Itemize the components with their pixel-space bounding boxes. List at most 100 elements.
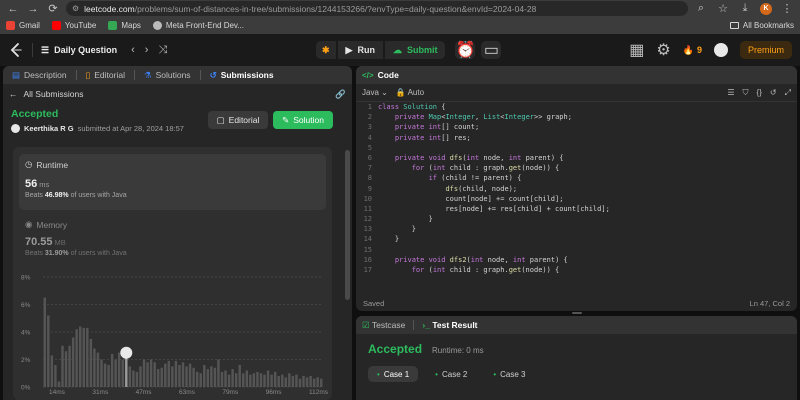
case-3-tab[interactable]: • Case 3 [484,366,534,382]
tab-test-result[interactable]: ›_ Test Result [422,320,477,330]
download-icon[interactable]: ⤓ [738,2,752,16]
case-1-tab[interactable]: • Case 1 [368,366,419,382]
histogram-bar[interactable] [291,376,295,387]
histogram-bar[interactable] [259,373,263,387]
histogram-bar[interactable] [234,373,238,387]
format-icon[interactable]: ☰ [727,88,734,98]
histogram-bar[interactable] [195,371,199,388]
histogram-bar[interactable] [149,359,153,388]
histogram-bar[interactable] [206,369,210,388]
memory-card[interactable]: ◉ Memory 70.55 MB Beats 31.90% of users wi… [25,219,127,257]
histogram-bar[interactable] [93,348,96,388]
tab-submissions[interactable]: ↺ Submissions [207,70,277,81]
forward-arrow-icon[interactable]: → [26,2,40,16]
bookmark-meta[interactable]: Meta Front-End Dev... [152,21,244,30]
histogram-bar[interactable] [263,374,266,388]
case-2-tab[interactable]: • Case 2 [426,366,476,382]
histogram-bar[interactable] [75,329,78,387]
histogram-bar[interactable] [146,362,149,387]
braces-icon[interactable]: {} [757,88,762,98]
debug-button[interactable]: ✱ [316,41,336,59]
submit-button[interactable]: ☁ Submit [384,41,446,59]
panel-resize-handle[interactable] [572,312,582,314]
histogram-bar[interactable] [78,326,82,388]
histogram-bar[interactable] [82,327,85,388]
profile-avatar[interactable]: K [760,2,772,15]
reset-icon[interactable]: ↺ [770,88,777,98]
histogram-bar[interactable] [238,365,241,387]
notes-button[interactable]: ▭ [481,41,502,59]
zoom-icon[interactable]: ⌕ [694,2,708,16]
runtime-card[interactable]: ◷ Runtime 56 ms Beats 46.98% of users with… [19,154,326,210]
user-avatar[interactable] [713,43,728,57]
histogram-bar[interactable] [256,371,259,388]
histogram-bar[interactable] [121,359,124,388]
histogram-bar[interactable] [100,359,103,388]
histogram-bar[interactable] [71,337,75,388]
code-editor[interactable]: 1 class Solution {2 private Map<Integer, … [356,102,797,287]
star-icon[interactable]: ☆ [716,2,730,16]
histogram-bar[interactable] [181,362,185,387]
histogram-bar[interactable] [96,352,100,388]
histogram-bar[interactable] [316,377,319,388]
histogram-bar[interactable] [199,373,202,387]
bookmark-gmail[interactable]: Gmail [6,21,40,30]
menu-icon[interactable]: ⋮ [780,2,794,16]
histogram-bar[interactable] [117,352,121,388]
histogram-bar[interactable] [249,374,252,388]
histogram-bar[interactable] [273,371,277,388]
submitter-name[interactable]: Keerthika R G [24,124,74,133]
histogram-bar[interactable] [68,345,71,387]
streak-counter[interactable]: 🔥 9 [683,45,702,56]
histogram-bar[interactable] [57,381,61,388]
histogram-bar[interactable] [153,362,156,387]
histogram-bar[interactable] [86,327,89,388]
histogram-bar[interactable] [245,370,249,388]
histogram-bar[interactable] [160,367,163,387]
histogram-bar[interactable] [125,356,128,387]
histogram-bar[interactable] [277,376,280,387]
histogram-bar[interactable] [281,374,284,388]
your-submission-marker[interactable] [120,346,133,359]
histogram-bar[interactable] [167,360,171,388]
tab-description[interactable]: ▤ Description [9,70,70,81]
all-bookmarks[interactable]: All Bookmarks [729,21,794,30]
histogram-bar[interactable] [312,378,316,387]
code-tab[interactable]: </> Code [356,66,797,84]
tab-solutions[interactable]: ⚗ Solutions [141,70,194,81]
histogram-bar[interactable] [128,366,132,388]
histogram-bar[interactable] [135,371,139,388]
language-select[interactable]: Java ⌄ [362,88,388,97]
histogram-bar[interactable] [156,369,160,388]
back-arrow-icon[interactable]: ← [6,2,20,16]
histogram-bar[interactable] [242,373,245,387]
problem-list-button[interactable]: ☰ Daily Question [41,45,117,56]
histogram-bar[interactable] [174,360,178,388]
histogram-bar[interactable] [295,374,298,388]
histogram-bar[interactable] [47,315,50,388]
histogram-bar[interactable] [43,297,46,388]
left-scrollbar[interactable] [345,150,350,300]
autocomplete-toggle[interactable]: 🔒 Auto [396,88,424,97]
histogram-bar[interactable] [298,378,302,387]
premium-button[interactable]: Premium [739,41,792,59]
histogram-bar[interactable] [309,376,312,387]
bookmark-maps[interactable]: Maps [108,21,141,30]
timer-button[interactable]: ⏰ [455,41,476,59]
histogram-bar[interactable] [252,373,256,387]
link-icon[interactable]: 🔗 [335,89,346,100]
histogram-bar[interactable] [203,365,206,387]
histogram-bar[interactable] [305,377,309,388]
histogram-bar[interactable] [132,370,135,388]
histogram-bar[interactable] [164,363,167,388]
bookmark-youtube[interactable]: YouTube [51,21,96,30]
histogram-bar[interactable] [227,374,231,388]
histogram-bar[interactable] [142,359,146,388]
site-info-icon[interactable]: ⚙ [72,4,79,13]
solution-button[interactable]: ✎ Solution [273,111,333,129]
histogram-bar[interactable] [231,369,234,388]
histogram-bar[interactable] [224,370,227,388]
prev-problem-icon[interactable]: ‹ [131,44,135,57]
histogram-bar[interactable] [266,370,270,388]
histogram-bar[interactable] [192,367,195,387]
